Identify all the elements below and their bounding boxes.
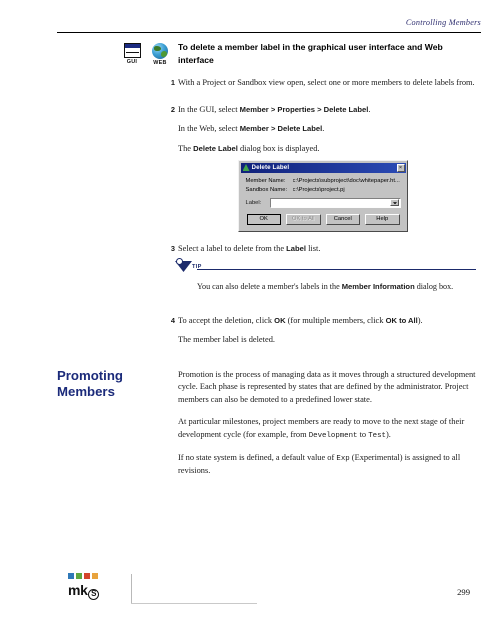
dialog-button-row: OK OK to All Cancel Help: [246, 213, 401, 225]
tip-divider: [197, 269, 476, 271]
procedure-step-4: 4 To accept the deletion, click OK (for …: [171, 315, 476, 347]
dialog-titlebar: Delete Label ×: [240, 162, 406, 173]
mks-logo: mk S: [68, 573, 128, 607]
swatch-red: [84, 573, 90, 579]
logo-s-mark: S: [88, 588, 100, 600]
logo-swatches: [68, 573, 128, 579]
step-text-gui-menu: In the GUI, select Member > Properties >…: [178, 105, 371, 114]
document-page: Controlling Members GUI WEB To delete a …: [0, 0, 500, 621]
procedure-step-2: 2 In the GUI, select Member > Properties…: [171, 104, 476, 155]
running-header: Controlling Members: [57, 18, 481, 40]
close-icon[interactable]: ×: [396, 163, 405, 172]
member-name-label: Member Name:: [245, 177, 286, 184]
step-number: 4: [170, 316, 175, 325]
sandbox-name-value: c:\Projects\project.pj: [292, 186, 345, 193]
ok-button[interactable]: OK: [246, 213, 281, 225]
tip-callout: TIP You can also delete a member's label…: [175, 258, 476, 293]
delete-label-dialog[interactable]: Delete Label × Member Name: c:\Projects\…: [238, 160, 408, 232]
logo-wordmark: mk S: [68, 581, 128, 600]
procedure-step-1: 1 With a Project or Sandbox view open, s…: [171, 77, 476, 89]
step-number: 1: [170, 78, 175, 87]
step-text-result: The member label is deleted.: [178, 335, 275, 345]
procedure-step-3: 3 Select a label to delete from the Labe…: [171, 243, 476, 255]
header-divider: [57, 32, 481, 34]
section-body: Promotion is the process of managing dat…: [178, 369, 476, 478]
running-header-title: Controlling Members: [405, 18, 481, 27]
logo-text: mk: [68, 581, 88, 598]
footer-horizontal-rule: [131, 603, 257, 604]
label-field-row: Label:: [245, 197, 401, 208]
swatch-orange: [92, 573, 98, 579]
dialog-body: Member Name: c:\Projects\subproject\doc\…: [241, 173, 406, 230]
cancel-button[interactable]: Cancel: [325, 213, 360, 225]
page-number: 299: [457, 587, 470, 597]
dialog-title: Delete Label: [251, 164, 290, 171]
gui-icon: GUI: [121, 43, 143, 65]
step-text-web-menu: In the Web, select Member > Delete Label…: [178, 124, 325, 134]
gui-icon-label: GUI: [126, 59, 138, 65]
section-paragraph-3: If no state system is defined, a default…: [178, 453, 461, 476]
section-paragraph-2: At particular milestones, project member…: [178, 417, 465, 440]
step-text-dialog-note: The Delete Label dialog box is displayed…: [178, 143, 320, 153]
web-icon-label: WEB: [153, 60, 167, 66]
chevron-down-icon[interactable]: [390, 199, 399, 206]
swatch-green: [76, 573, 82, 579]
label-field-label: Label:: [245, 199, 262, 206]
web-icon: WEB: [149, 43, 171, 66]
sandbox-name-label: Sandbox Name:: [245, 186, 288, 193]
step-number: 3: [170, 244, 175, 253]
gui-window-glyph: [123, 43, 141, 58]
section-paragraph-1: Promotion is the process of managing dat…: [178, 370, 476, 404]
step-number: 2: [170, 105, 175, 114]
interface-icon-column: GUI WEB: [121, 43, 173, 73]
step-text: Select a label to delete from the Label …: [178, 244, 321, 253]
dialog-app-icon: [242, 164, 250, 171]
magnifier-lens: [176, 258, 183, 265]
globe-glyph: [152, 43, 168, 59]
help-button[interactable]: Help: [365, 213, 400, 225]
tip-header: TIP: [175, 258, 476, 274]
sandbox-name-row: Sandbox Name: c:\Projects\project.pj: [246, 186, 401, 194]
member-name-row: Member Name: c:\Projects\subproject\doc\…: [246, 177, 401, 185]
procedure-heading: To delete a member label in the graphica…: [178, 42, 443, 65]
label-combobox[interactable]: [269, 197, 401, 208]
section-title: Promoting Members: [57, 368, 123, 399]
ok-to-all-button: OK to All: [286, 213, 321, 225]
step-text-accept: To accept the deletion, click OK (for mu…: [178, 316, 423, 325]
swatch-blue: [68, 573, 74, 579]
step-text: With a Project or Sandbox view open, sel…: [178, 78, 475, 87]
footer-vertical-rule: [131, 574, 132, 604]
tip-text: You can also delete a member's labels in…: [197, 282, 454, 291]
member-name-value: c:\Projects\subproject\doc\whitepaper.ht…: [292, 177, 400, 184]
